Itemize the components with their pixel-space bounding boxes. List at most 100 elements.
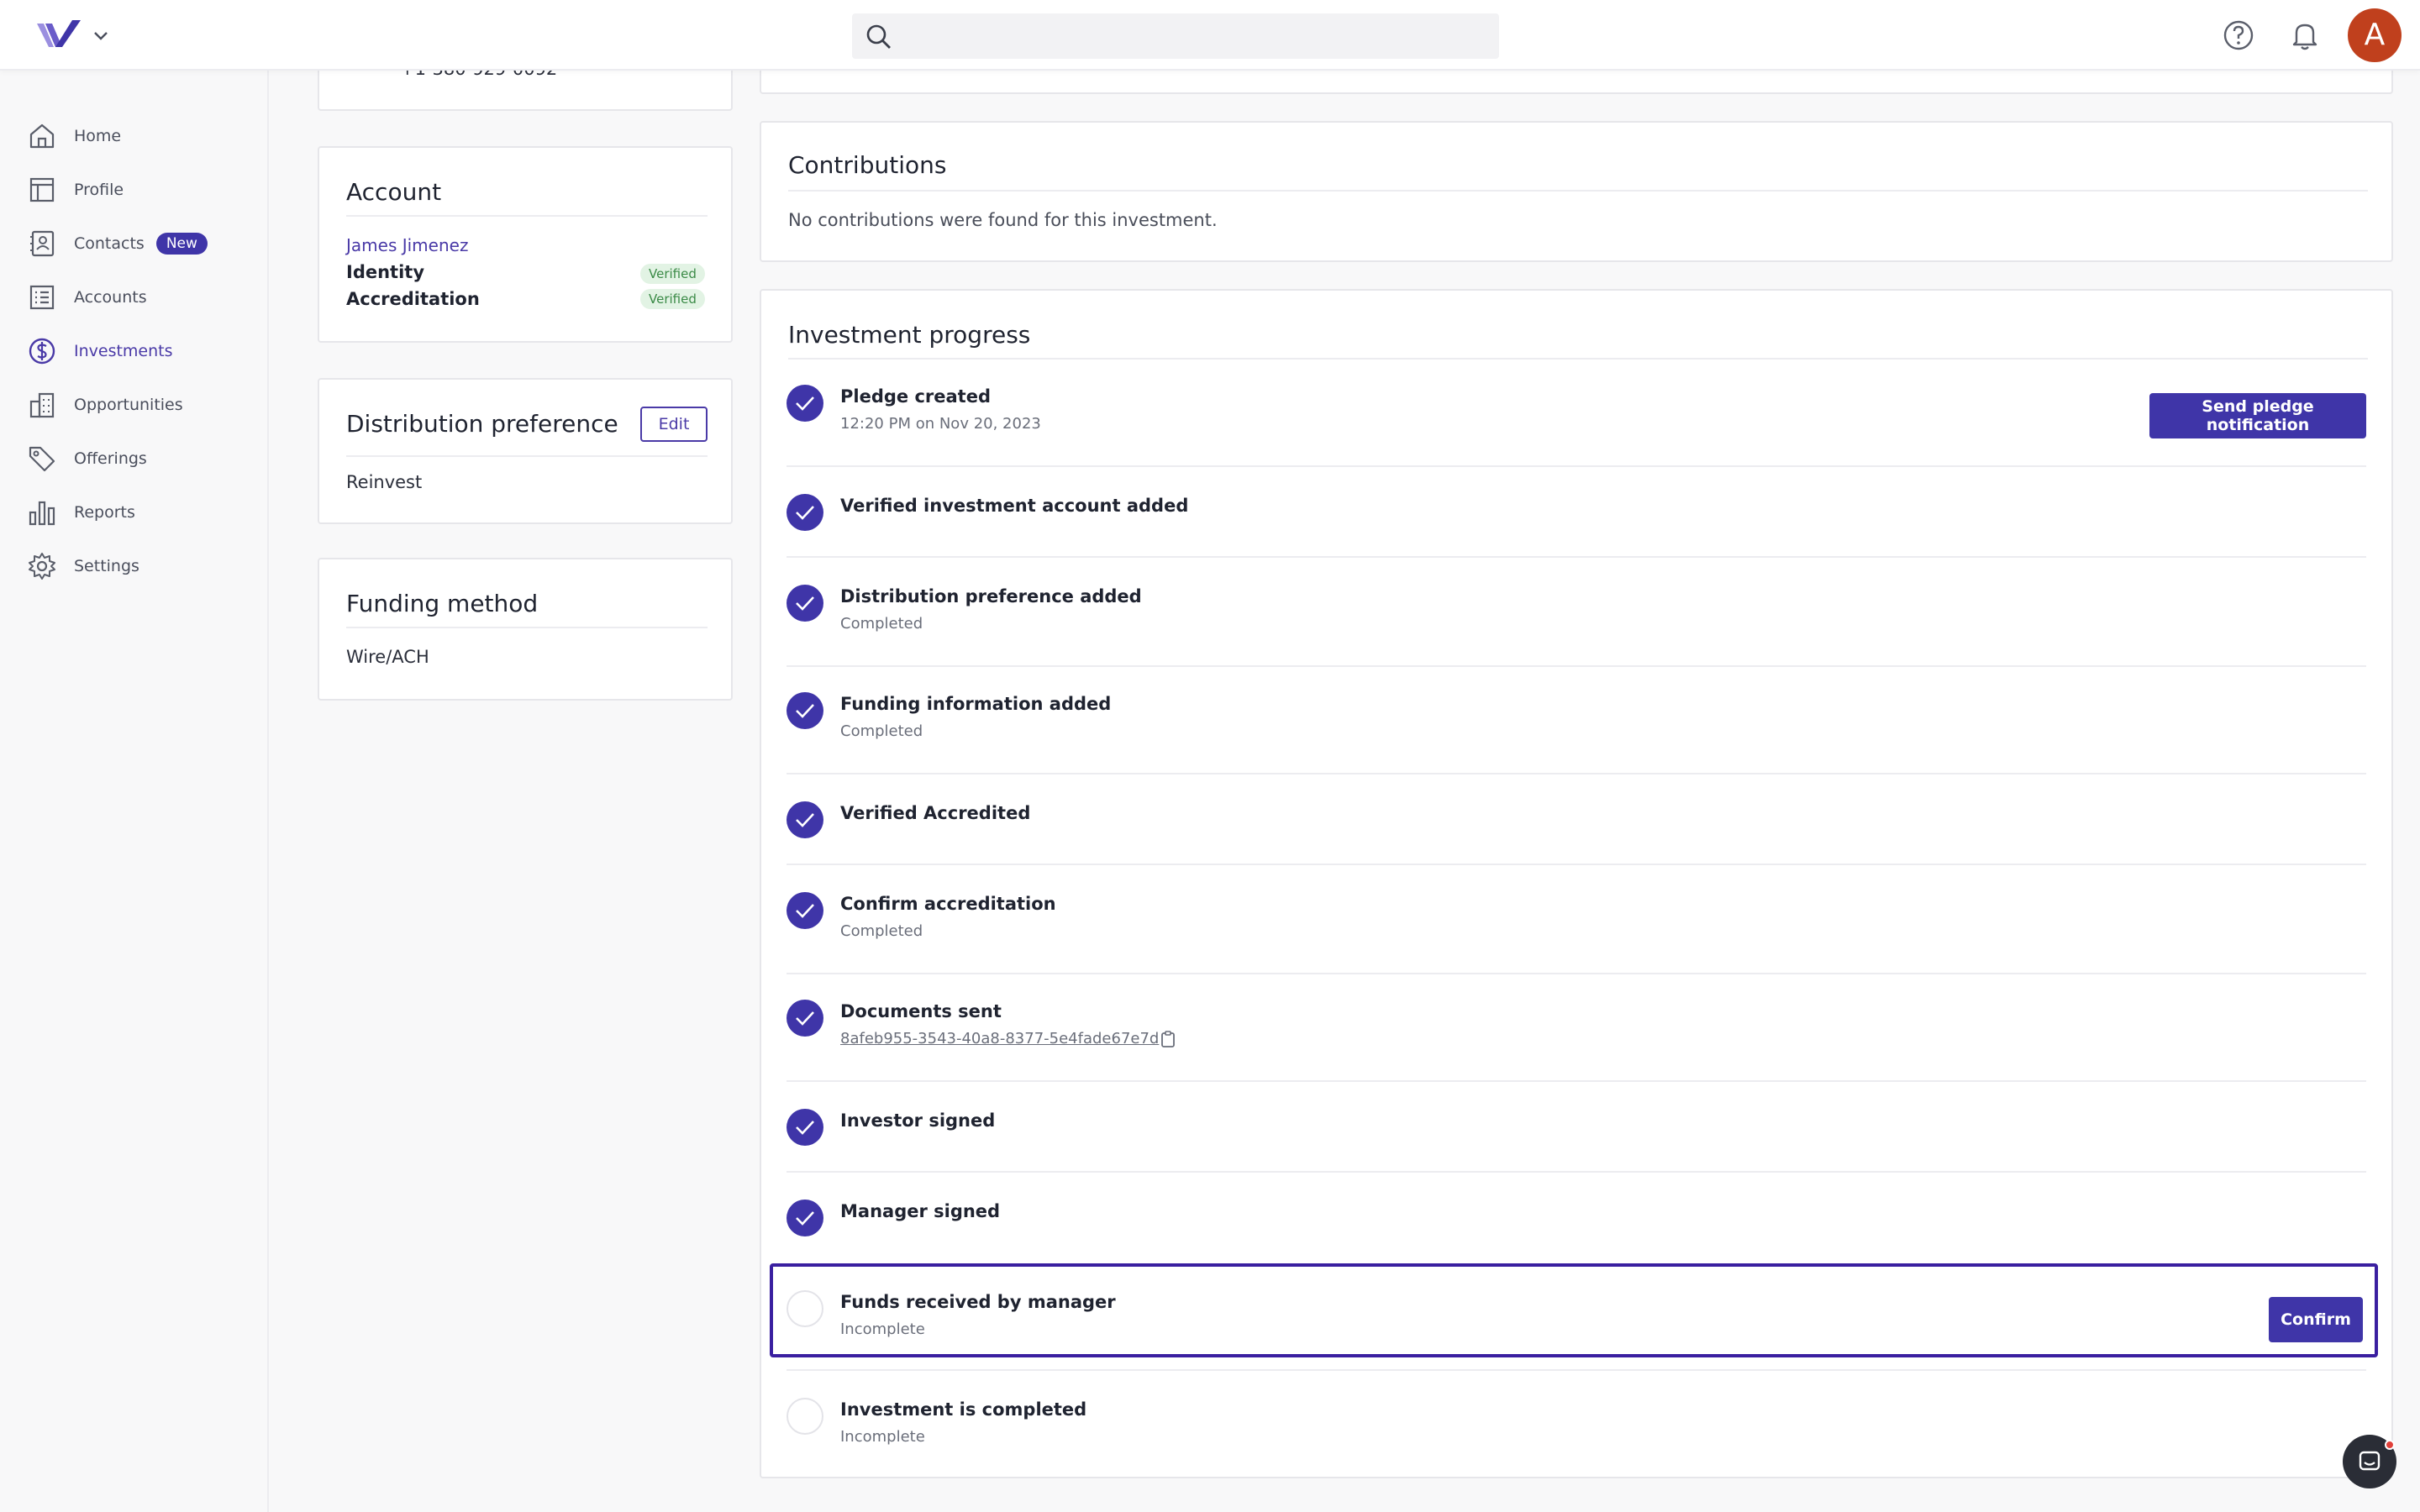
contributions-card: Contributions No contributions were foun…	[760, 121, 2393, 262]
notification-dot	[2385, 1440, 2395, 1450]
search-input[interactable]	[906, 13, 1486, 59]
step-title: Verified investment account added	[840, 496, 1189, 516]
document-id-link[interactable]: 8afeb955-3543-40a8-8377-5e4fade67e7d	[840, 1030, 1159, 1047]
step-subtitle: Incomplete	[840, 1428, 925, 1446]
sidebar-item-accounts[interactable]: Accounts	[27, 277, 254, 318]
step-manager-signed: Manager signed	[760, 1196, 2366, 1262]
sidebar-item-home[interactable]: Home	[27, 116, 254, 156]
step-title: Verified Accredited	[840, 803, 1031, 823]
divider	[786, 973, 2366, 974]
divider	[346, 455, 708, 457]
pending-circle-icon	[786, 1290, 823, 1327]
sidebar-item-label: Offerings	[74, 449, 147, 468]
bar-chart-icon	[29, 501, 55, 526]
edit-button[interactable]: Edit	[640, 407, 708, 442]
account-card: Account James Jimenez Identity Verified …	[318, 146, 733, 343]
confirm-button[interactable]: Confirm	[2269, 1297, 2363, 1342]
step-verified-accredited: Verified Accredited	[760, 798, 2366, 865]
dollar-icon	[29, 338, 55, 365]
send-pledge-notification-button[interactable]: Send pledge notification	[2149, 393, 2366, 438]
divider	[346, 627, 708, 628]
divider	[786, 773, 2366, 774]
sidebar-item-label: Reports	[74, 503, 135, 522]
notification-bell-icon[interactable]	[2289, 18, 2321, 52]
divider	[786, 556, 2366, 558]
step-subtitle: 12:20 PM on Nov 20, 2023	[840, 415, 1041, 433]
progress-title: Investment progress	[788, 321, 1031, 349]
step-verified-investment-account: Verified investment account added	[760, 491, 2366, 558]
step-title: Manager signed	[840, 1201, 1001, 1221]
check-icon	[786, 692, 823, 729]
distribution-title: Distribution preference	[346, 410, 618, 438]
check-icon	[786, 892, 823, 929]
sidebar-item-settings[interactable]: Settings	[27, 546, 254, 586]
sidebar-item-label: Opportunities	[74, 396, 183, 414]
sidebar-item-contacts[interactable]: Contacts New	[27, 223, 254, 264]
step-investment-completed: Investment is completed Incomplete	[760, 1394, 2366, 1462]
accreditation-verified-badge: Verified	[640, 289, 705, 309]
divider	[786, 1369, 2366, 1371]
new-badge: New	[155, 233, 208, 255]
sidebar-item-investments[interactable]: Investments	[27, 331, 254, 371]
sidebar-item-label: Contacts	[74, 234, 145, 253]
step-title: Investment is completed	[840, 1399, 1087, 1420]
chat-icon	[2359, 1451, 2381, 1471]
chevron-down-icon[interactable]	[91, 25, 111, 45]
divider	[788, 190, 2368, 192]
check-icon	[786, 494, 823, 531]
avatar[interactable]: A	[2348, 8, 2402, 62]
step-pledge-created: Pledge created 12:20 PM on Nov 20, 2023 …	[760, 381, 2366, 467]
step-distribution-preference: Distribution preference added Completed	[760, 581, 2366, 667]
distribution-value: Reinvest	[346, 472, 423, 492]
sidebar-item-offerings[interactable]: Offerings	[27, 438, 254, 479]
identity-verified-badge: Verified	[640, 264, 705, 284]
sidebar-item-label: Settings	[74, 557, 139, 575]
step-title: Funds received by manager	[840, 1292, 1116, 1312]
contributions-empty-text: No contributions were found for this inv…	[788, 210, 1218, 230]
divider	[346, 215, 708, 217]
step-subtitle: Completed	[840, 722, 923, 740]
pending-circle-icon	[786, 1398, 823, 1435]
sidebar-item-label: Accounts	[74, 288, 147, 307]
sidebar-item-label: Investments	[74, 342, 173, 360]
step-title: Pledge created	[840, 386, 991, 407]
building-icon	[29, 392, 55, 418]
tag-icon	[29, 446, 55, 472]
divider	[786, 1171, 2366, 1173]
funding-title: Funding method	[346, 590, 539, 617]
sidebar-item-opportunities[interactable]: Opportunities	[27, 385, 254, 425]
check-icon	[786, 1200, 823, 1236]
accreditation-label: Accreditation	[346, 289, 480, 309]
account-name-link[interactable]: James Jimenez	[346, 235, 468, 255]
profile-icon	[29, 177, 55, 202]
step-investor-signed: Investor signed	[760, 1105, 2366, 1173]
search-bar[interactable]	[852, 13, 1499, 59]
home-icon	[29, 123, 55, 149]
sidebar-item-label: Profile	[74, 181, 124, 199]
divider	[786, 465, 2366, 467]
step-funds-received: Funds received by manager Incomplete Con…	[760, 1287, 2366, 1346]
search-icon	[866, 24, 891, 49]
help-icon[interactable]	[2222, 18, 2255, 52]
check-icon	[786, 801, 823, 838]
sidebar-item-reports[interactable]: Reports	[27, 492, 254, 533]
company-logo[interactable]	[34, 17, 84, 54]
copy-icon[interactable]	[1160, 1030, 1176, 1048]
gear-icon	[29, 553, 55, 580]
step-subtitle: Completed	[840, 922, 923, 940]
step-title: Confirm accreditation	[840, 894, 1056, 914]
top-bar: A	[0, 0, 2420, 71]
distribution-preference-card: Distribution preference Edit Reinvest	[318, 378, 733, 524]
divider	[786, 665, 2366, 667]
divider	[786, 864, 2366, 865]
divider	[788, 358, 2368, 360]
identity-label: Identity	[346, 262, 425, 282]
account-title: Account	[346, 178, 442, 206]
funding-value: Wire/ACH	[346, 647, 429, 667]
step-title: Funding information added	[840, 694, 1112, 714]
step-title: Investor signed	[840, 1110, 996, 1131]
funding-method-card: Funding method Wire/ACH	[318, 558, 733, 701]
sidebar-item-profile[interactable]: Profile	[27, 170, 254, 210]
contacts-icon	[30, 230, 55, 257]
step-confirm-accreditation: Confirm accreditation Completed	[760, 889, 2366, 974]
